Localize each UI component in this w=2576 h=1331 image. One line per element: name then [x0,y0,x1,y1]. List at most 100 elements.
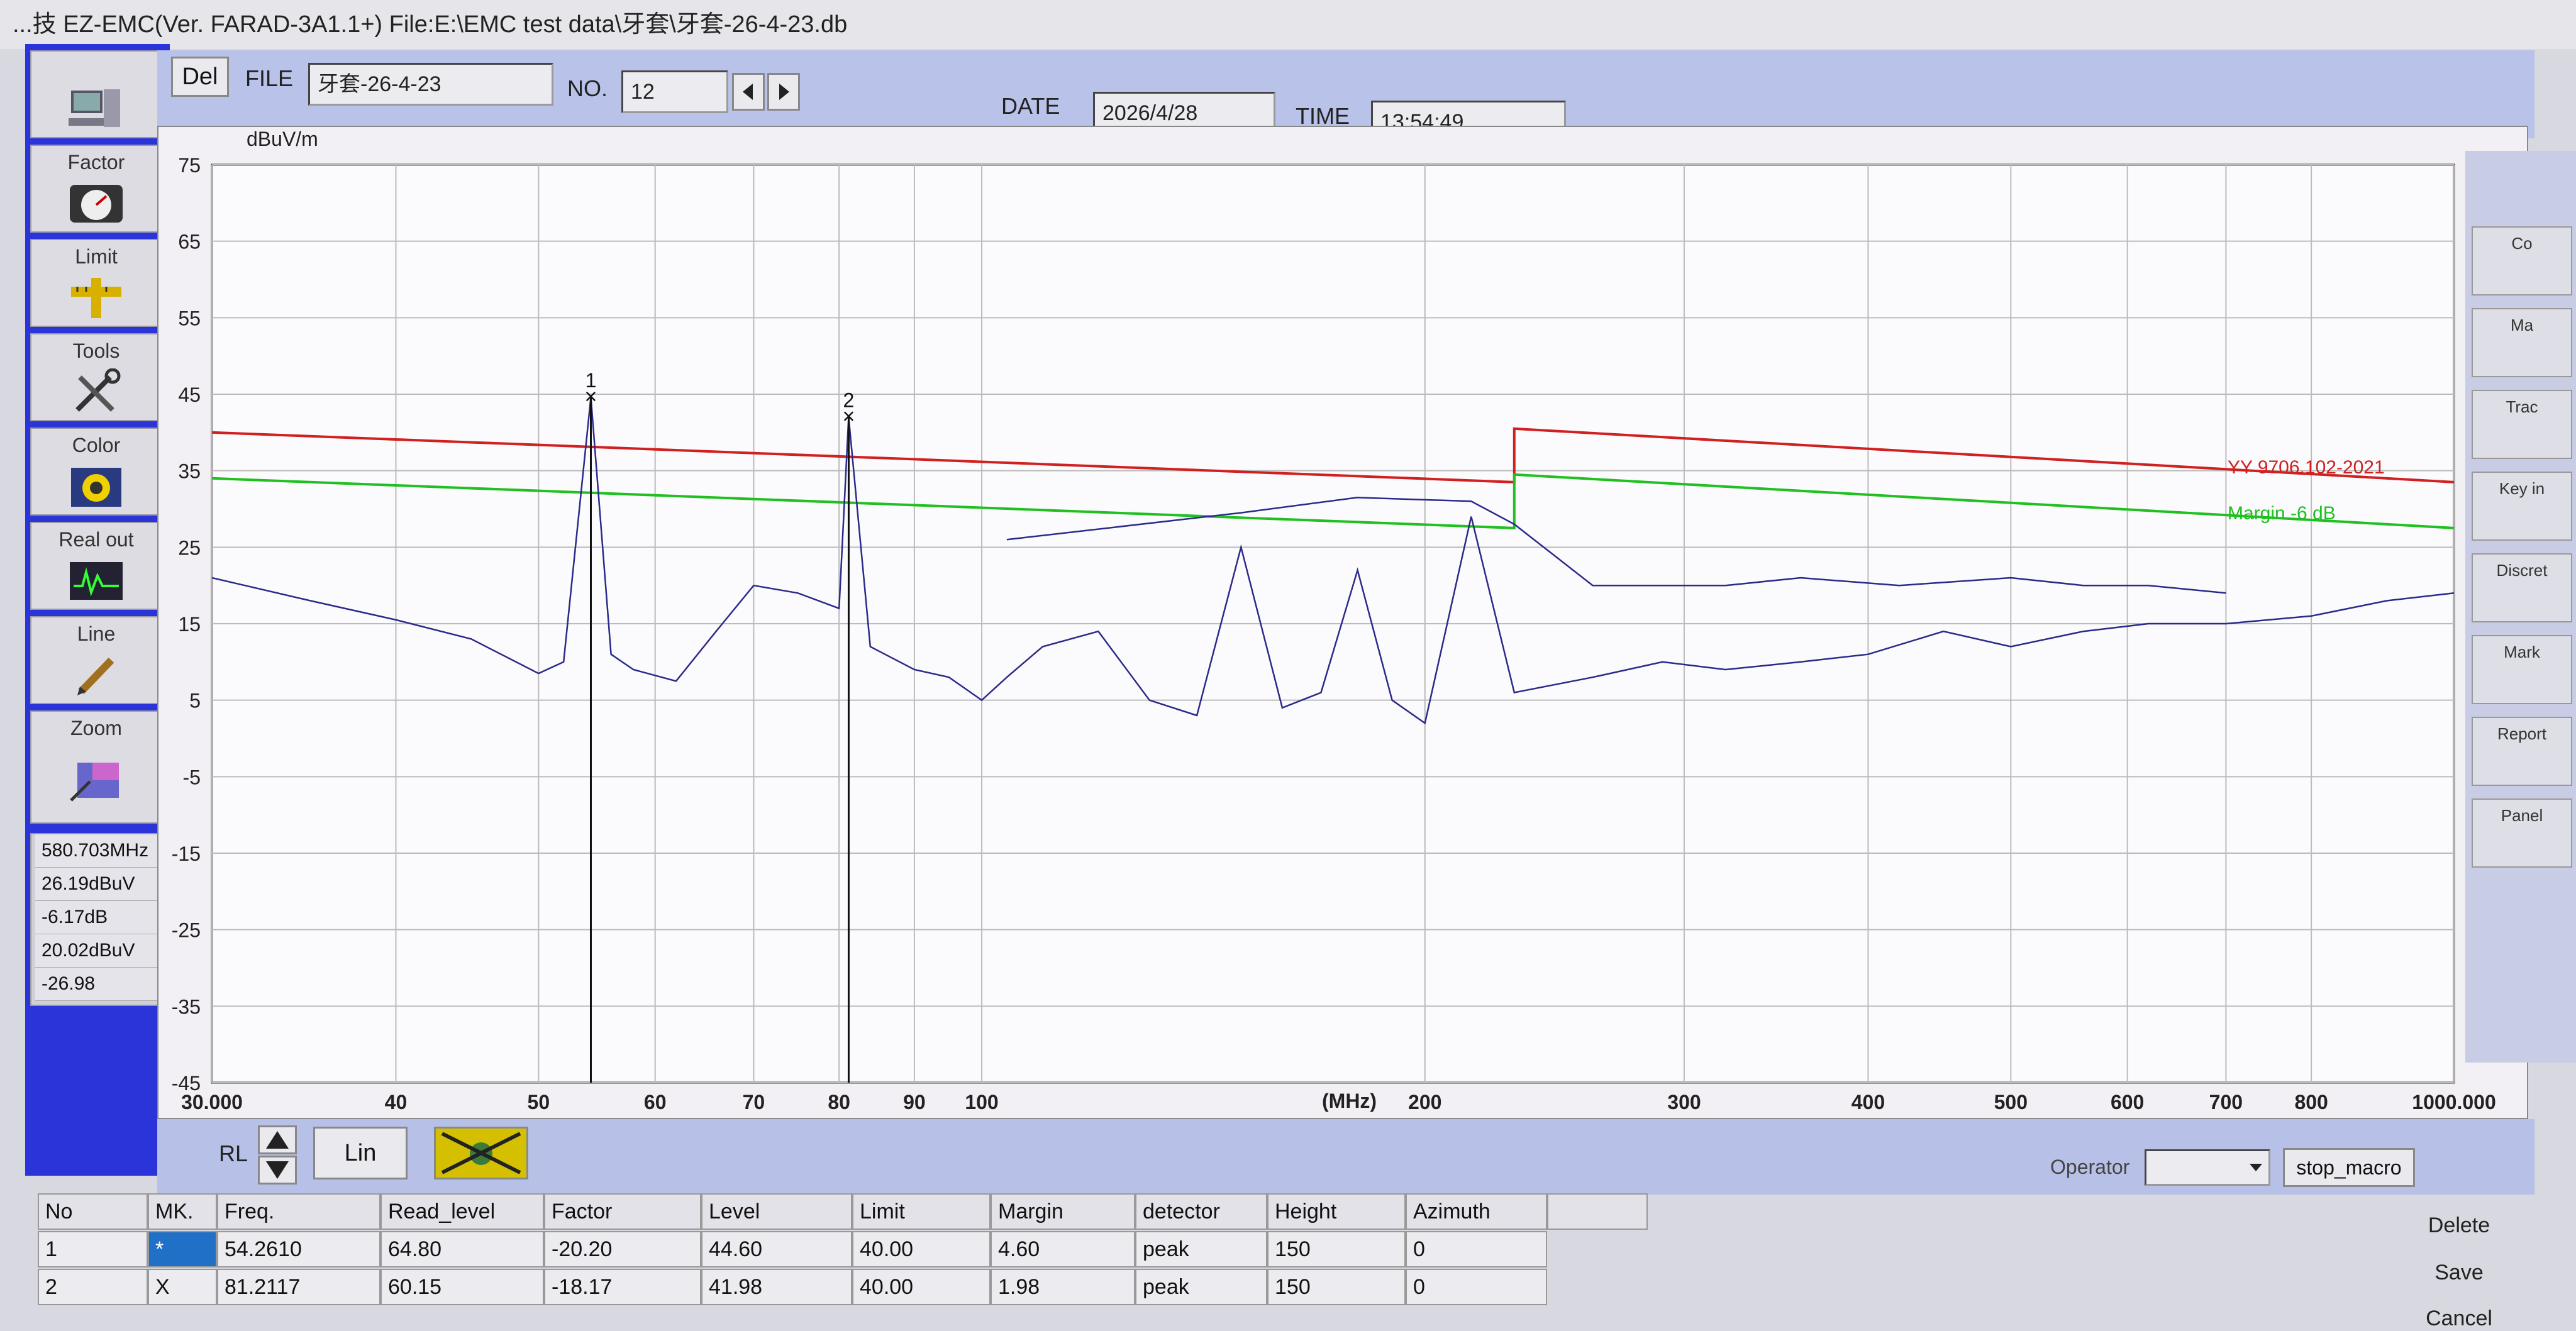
tool-label: Tools [72,340,120,362]
cell-no: 2 [38,1269,148,1305]
right-tool-report[interactable]: Report [2472,717,2572,786]
col-height: Height [1267,1193,1406,1230]
right-tool-key-in[interactable]: Key in [2472,472,2572,541]
record-number-field[interactable]: 12 [621,70,728,113]
tool-computer[interactable] [30,50,162,138]
right-tool-ma[interactable]: Ma [2472,308,2572,377]
rl-down-button[interactable] [258,1156,297,1185]
date-label: DATE [1001,93,1060,119]
chevron-down-icon [2250,1164,2262,1171]
tool-label: Limit [75,245,118,268]
x-tick-label: 400 [1852,1091,1885,1113]
cell-read-level: 64.80 [380,1231,544,1267]
x-tick-label: 100 [965,1091,998,1113]
rl-up-button[interactable] [258,1125,297,1154]
y-tick-label: -35 [172,995,201,1018]
readout-level: 26.19dBuV [35,868,162,901]
cancel-button[interactable]: Cancel [2384,1306,2534,1331]
record-number-label: NO. [567,75,608,101]
readout-factor: -6.17dB [35,901,162,934]
palette-icon [71,468,121,507]
file-label: FILE [245,65,294,91]
cell-freq: 54.2610 [217,1231,380,1267]
y-axis-label: dBuV/m [247,128,318,150]
cell-factor: -20.20 [544,1231,701,1267]
y-tick-label: -15 [172,842,201,865]
next-record-button[interactable] [767,73,800,111]
cell-height: 150 [1267,1269,1406,1305]
y-tick-label: 75 [178,154,201,177]
window-title: ...技 EZ-EMC(Ver. FARAD-3A1.1+) File:E:\E… [0,0,2576,49]
col-limit: Limit [852,1193,991,1230]
col-mk: MK. [148,1193,217,1230]
x-tick-label: 300 [1667,1091,1701,1113]
tool-zoom[interactable]: Zoom [30,710,162,824]
tool-label: Factor [67,151,125,174]
right-tool-discrete[interactable]: Discret [2472,553,2572,622]
tool-tools[interactable]: Tools [30,333,162,421]
right-tool-trace[interactable]: Trac [2472,390,2572,459]
tool-limit[interactable]: Limit [30,239,162,327]
tool-real-out[interactable]: Real out [30,522,162,610]
x-tick-label: 50 [528,1091,550,1113]
tool-factor[interactable]: Factor [30,145,162,233]
cell-factor: -18.17 [544,1269,701,1305]
cell-mk[interactable]: * [148,1231,217,1267]
previous-record-button[interactable] [732,73,765,111]
tools-icon [75,368,121,412]
col-level: Level [701,1193,852,1230]
rl-label: RL [219,1140,248,1166]
delete-record-button[interactable]: Del [171,57,229,97]
left-toolbar: Factor Limit Tools Color Real out Line Z… [25,44,170,1176]
right-tool-mark[interactable]: Mark [2472,635,2572,704]
col-detector: detector [1135,1193,1267,1230]
x-tick-label: 200 [1408,1091,1441,1113]
marker-number: 2 [843,389,855,412]
ruler-icon [71,278,121,318]
cell-detector: peak [1135,1231,1267,1267]
right-tool-panel[interactable]: Panel [2472,798,2572,868]
x-tick-label: 1000.000 [2412,1091,2496,1113]
lin-scale-button[interactable]: Lin [313,1127,408,1179]
col-empty [1547,1193,1648,1230]
y-tick-label: 15 [178,613,201,636]
col-no: No [38,1193,148,1230]
delete-button[interactable]: Delete [2384,1213,2534,1238]
readout-read-level: 20.02dBuV [35,934,162,968]
tool-color[interactable]: Color [30,428,162,516]
tool-label: Color [72,434,121,456]
x-tick-label: 90 [903,1091,926,1113]
file-field[interactable]: 牙套-26-4-23 [308,63,553,106]
chart-grid [211,163,2455,1084]
y-tick-label: 35 [178,460,201,483]
arrow-down-icon [266,1161,289,1179]
tool-line[interactable]: Line [30,616,162,704]
antenna-toggle-button[interactable] [434,1127,528,1179]
left-arrow-icon [743,84,753,100]
operator-select[interactable] [2145,1149,2270,1186]
col-factor: Factor [544,1193,701,1230]
computer-icon [69,89,120,127]
cell-height: 150 [1267,1231,1406,1267]
scope-icon [70,562,123,600]
stop-macro-button[interactable]: stop_macro [2283,1148,2415,1187]
right-tool-co[interactable]: Co [2472,226,2572,295]
readout-margin: -26.98 [35,968,162,1001]
cell-mk[interactable]: X [148,1269,217,1305]
col-freq: Freq. [217,1193,380,1230]
cell-azimuth: 0 [1406,1231,1547,1267]
emission-chart[interactable]: 756555453525155-5-15-25-35-4530.000 40 50 6… [158,127,2527,1118]
cell-limit: 40.00 [852,1269,991,1305]
col-azimuth: Azimuth [1406,1193,1547,1230]
save-button[interactable]: Save [2384,1261,2534,1285]
x-tick-label: 80 [828,1091,850,1113]
cell-azimuth: 0 [1406,1269,1547,1305]
x-tick-label: 700 [2209,1091,2243,1113]
y-tick-label: 65 [178,231,201,253]
cell-margin: 4.60 [991,1231,1135,1267]
readout-frequency: 580.703MHz [35,834,162,868]
y-tick-label: -5 [183,766,201,788]
y-tick-label: 45 [178,384,201,406]
marker-number: 1 [586,369,597,392]
x-tick-label: 40 [385,1091,408,1113]
